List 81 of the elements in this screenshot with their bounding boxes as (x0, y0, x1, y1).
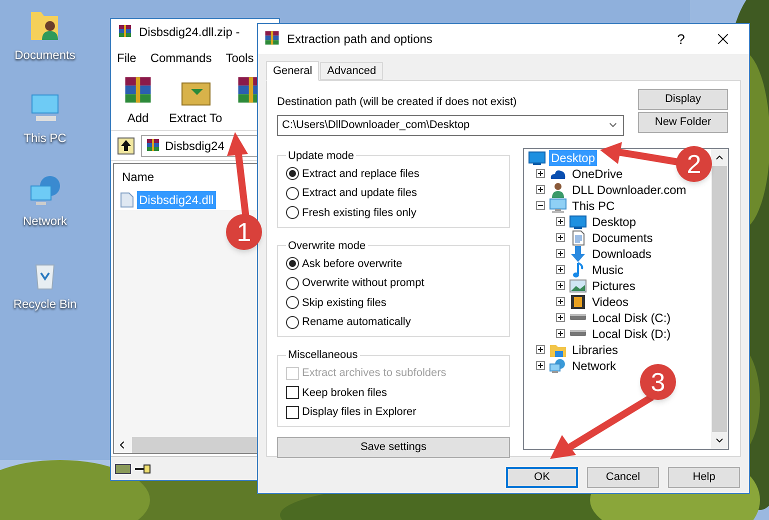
network-icon (28, 174, 62, 208)
help-button[interactable]: ? (666, 28, 696, 50)
option-label: Fresh existing files only (302, 206, 416, 220)
computer-icon (549, 198, 567, 214)
expand-icon[interactable] (556, 233, 565, 242)
group-title: Update mode (287, 148, 356, 164)
tree-item[interactable]: OneDrive (570, 166, 625, 182)
expand-icon[interactable] (536, 361, 545, 370)
picture-icon (569, 278, 587, 294)
tree-item[interactable]: Desktop (590, 214, 638, 230)
dialog-title: Extraction path and options (287, 31, 434, 48)
books-icon (145, 138, 161, 154)
download-arrow-icon (569, 246, 587, 262)
option-label: Display files in Explorer (302, 405, 416, 420)
tree-item[interactable]: Network (570, 358, 618, 374)
tree-item[interactable]: Videos (590, 294, 630, 310)
dialog-button[interactable]: OK (506, 467, 578, 488)
option-label: Extract and update files (302, 186, 417, 201)
expand-icon[interactable] (556, 217, 565, 226)
destination-label: Destination path (will be created if does not exist) (277, 95, 518, 110)
expand-icon[interactable] (536, 185, 545, 194)
toolbar-button[interactable]: Extract To (167, 75, 224, 127)
group-title: Overwrite mode (287, 238, 367, 254)
tree-item[interactable]: DLL Downloader.com (570, 182, 688, 198)
person-icon (549, 182, 567, 198)
option-label: Extract and replace files (302, 166, 420, 182)
expand-icon[interactable] (556, 281, 565, 290)
expand-icon[interactable] (536, 345, 545, 354)
radio-button[interactable] (286, 276, 299, 290)
drive-icon (115, 464, 131, 474)
dialog-button[interactable]: Cancel (587, 467, 659, 488)
radio-button[interactable] (286, 167, 299, 180)
expand-icon[interactable] (556, 265, 565, 274)
group-title: Miscellaneous (287, 348, 359, 363)
app-icon (117, 24, 133, 40)
tree-item[interactable]: Local Disk (C:) (590, 310, 673, 326)
save-settings-button[interactable]: Save settings (277, 437, 510, 458)
tree-item[interactable]: Libraries (570, 342, 620, 358)
expand-icon[interactable] (556, 329, 565, 338)
film-icon (569, 294, 587, 310)
tree-item[interactable]: This PC (570, 198, 617, 214)
drive-icon (569, 330, 587, 337)
menu-item[interactable]: Tools (226, 49, 254, 67)
radio-button[interactable] (286, 316, 299, 329)
tree-item[interactable]: Music (590, 262, 626, 278)
drive-icon (569, 314, 587, 321)
checkbox[interactable] (286, 406, 299, 419)
expand-icon[interactable] (536, 169, 545, 178)
tree-item[interactable]: Local Disk (D:) (590, 326, 673, 342)
expand-icon[interactable] (556, 313, 565, 322)
menu-item[interactable]: Commands (150, 49, 212, 67)
window-title: Disbsdig24.dll.zip - (139, 24, 240, 41)
option-label: Rename automatically (302, 315, 411, 330)
network-icon (549, 358, 567, 374)
menu-item[interactable]: File (117, 49, 136, 67)
file-icon (120, 192, 134, 208)
option-label: Overwrite without prompt (302, 276, 424, 291)
tree-item[interactable]: Documents (590, 230, 655, 246)
key-icon (135, 464, 151, 474)
tree-item[interactable]: Pictures (590, 278, 638, 294)
expand-icon[interactable] (556, 297, 565, 306)
option-label: Keep broken files (302, 386, 387, 400)
tab[interactable]: Advanced (320, 62, 384, 80)
option-label: Ask before overwrite (302, 256, 402, 272)
checkbox[interactable] (286, 386, 299, 400)
radio-button[interactable] (286, 206, 299, 220)
up-folder-icon[interactable] (117, 136, 135, 154)
radio-button[interactable] (286, 186, 299, 200)
expand-icon[interactable] (556, 249, 565, 258)
destination-field[interactable]: C:\Users\DllDownloader_com\Desktop (277, 114, 624, 136)
tab[interactable]: General (266, 61, 320, 81)
tree-item[interactable]: Downloads (590, 246, 654, 262)
option-label: Skip existing files (302, 296, 386, 310)
radio-button[interactable] (286, 257, 299, 270)
monitor-icon (569, 214, 587, 230)
monitor-icon (528, 150, 546, 166)
collapse-icon[interactable] (536, 201, 545, 210)
radio-button[interactable] (286, 296, 299, 310)
toolbar-button[interactable]: Add (119, 75, 157, 127)
option-label: Extract archives to subfolders (302, 366, 446, 381)
column-header[interactable]: Name (122, 168, 154, 186)
